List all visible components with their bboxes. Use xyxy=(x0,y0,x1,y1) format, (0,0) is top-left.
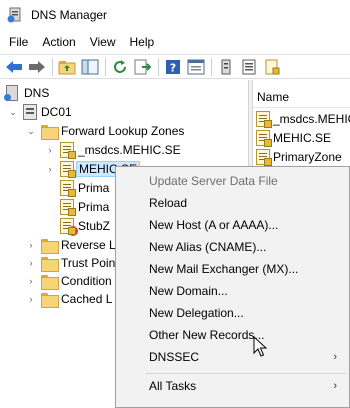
up-folder-icon[interactable] xyxy=(57,57,77,77)
submenu-arrow-icon: › xyxy=(333,351,337,363)
tree-label-folder: Trust Poin xyxy=(61,256,116,270)
menu-item-new-alias[interactable]: New Alias (CNAME)... xyxy=(116,236,349,258)
show-hide-tree-icon[interactable] xyxy=(80,57,100,77)
menu-file[interactable]: File xyxy=(0,31,35,53)
submenu-arrow-icon: › xyxy=(333,380,337,392)
tree-label-forward-lookup-zones: Forward Lookup Zones xyxy=(61,124,185,138)
properties-icon[interactable] xyxy=(186,57,206,77)
zone-icon xyxy=(60,161,76,178)
collapse-chevron-icon[interactable]: ⌄ xyxy=(8,101,18,123)
context-menu: Update Server Data File Reload New Host … xyxy=(115,166,350,408)
tree-label-folder: Cached L xyxy=(61,292,113,306)
menu-help[interactable]: Help xyxy=(123,31,162,53)
list-item-label: PrimaryZone xyxy=(273,150,342,164)
menu-item-all-tasks[interactable]: All Tasks › xyxy=(116,375,349,397)
list-item[interactable]: _msdcs.MEHIC xyxy=(256,109,350,129)
zone-icon xyxy=(256,149,272,166)
zone-icon: × xyxy=(60,218,78,236)
menu-item-new-mail-exchanger[interactable]: New Mail Exchanger (MX)... xyxy=(116,258,349,280)
menu-view[interactable]: View xyxy=(83,31,123,53)
forward-arrow-icon[interactable] xyxy=(27,57,47,77)
zone-icon xyxy=(256,111,272,128)
expand-chevron-icon[interactable]: › xyxy=(26,288,36,310)
zone-icon xyxy=(60,180,76,197)
tree-node-folder[interactable]: › Cached L xyxy=(26,288,112,310)
folder-icon xyxy=(41,238,59,254)
export-list-icon[interactable] xyxy=(133,57,153,77)
server-icon[interactable] xyxy=(216,57,236,77)
title-bar: DNS Manager xyxy=(0,0,350,30)
tree-label-dns: DNS xyxy=(24,86,50,100)
list-item[interactable]: PrimaryZone xyxy=(256,147,342,167)
menu-item-update-server-data-file: Update Server Data File xyxy=(149,174,278,188)
list-item-label: MEHIC.SE xyxy=(273,131,332,145)
tree-label-folder: Reverse L xyxy=(61,238,116,252)
list-item[interactable]: MEHIC.SE xyxy=(256,128,331,148)
mouse-pointer-icon xyxy=(253,336,267,357)
folder-icon xyxy=(41,124,59,140)
folder-icon xyxy=(41,292,59,308)
list-item-label: _msdcs.MEHIC xyxy=(273,112,350,126)
tree-label-zone: Prima xyxy=(78,200,110,214)
toolbar: ? xyxy=(0,54,350,79)
svg-text:?: ? xyxy=(170,61,176,74)
collapse-chevron-icon[interactable]: ⌄ xyxy=(26,120,36,142)
menu-item-new-delegation[interactable]: New Delegation... xyxy=(116,302,349,324)
tree-label-zone: Prima xyxy=(78,181,110,195)
menu-item-dnssec[interactable]: DNSSEC › xyxy=(116,346,349,368)
menu-separator xyxy=(146,373,346,374)
help-icon[interactable]: ? xyxy=(163,57,183,77)
tree-label-folder: Condition xyxy=(61,274,112,288)
tree-label-dc01: DC01 xyxy=(41,105,72,119)
toolbar-separator xyxy=(211,57,212,76)
menu-item-reload[interactable]: Reload xyxy=(116,192,349,214)
menu-item-dnssec-label: DNSSEC xyxy=(149,350,200,364)
back-arrow-icon[interactable] xyxy=(4,57,24,77)
column-header-name[interactable]: Name xyxy=(253,80,350,108)
expand-chevron-icon[interactable]: › xyxy=(45,158,55,180)
zone-icon xyxy=(60,142,76,159)
menu-item-all-tasks-label: All Tasks xyxy=(149,379,197,393)
toolbar-separator xyxy=(158,57,159,76)
menu-item-new-domain[interactable]: New Domain... xyxy=(116,280,349,302)
menu-action[interactable]: Action xyxy=(35,31,82,53)
menu-item-new-host[interactable]: New Host (A or AAAA)... xyxy=(116,214,349,236)
list-icon[interactable] xyxy=(239,57,259,77)
dns-manager-app-icon xyxy=(7,7,23,23)
zone-icon xyxy=(256,130,272,147)
menu-bar: File Action View Help xyxy=(0,31,350,53)
window-title: DNS Manager xyxy=(31,8,108,22)
toolbar-separator xyxy=(52,57,53,76)
server-icon xyxy=(23,104,37,120)
tree-label-zone: StubZ xyxy=(78,219,111,233)
menu-item-other-new-records[interactable]: Other New Records... xyxy=(116,324,349,346)
zone-icon xyxy=(60,199,76,216)
toolbar-separator xyxy=(105,57,106,76)
dns-icon xyxy=(4,85,20,101)
folder-icon xyxy=(41,274,59,290)
zone-icon[interactable] xyxy=(262,57,282,77)
tree-label-zone: _msdcs.MEHIC.SE xyxy=(78,143,181,157)
folder-icon xyxy=(41,256,59,272)
refresh-icon[interactable] xyxy=(110,57,130,77)
